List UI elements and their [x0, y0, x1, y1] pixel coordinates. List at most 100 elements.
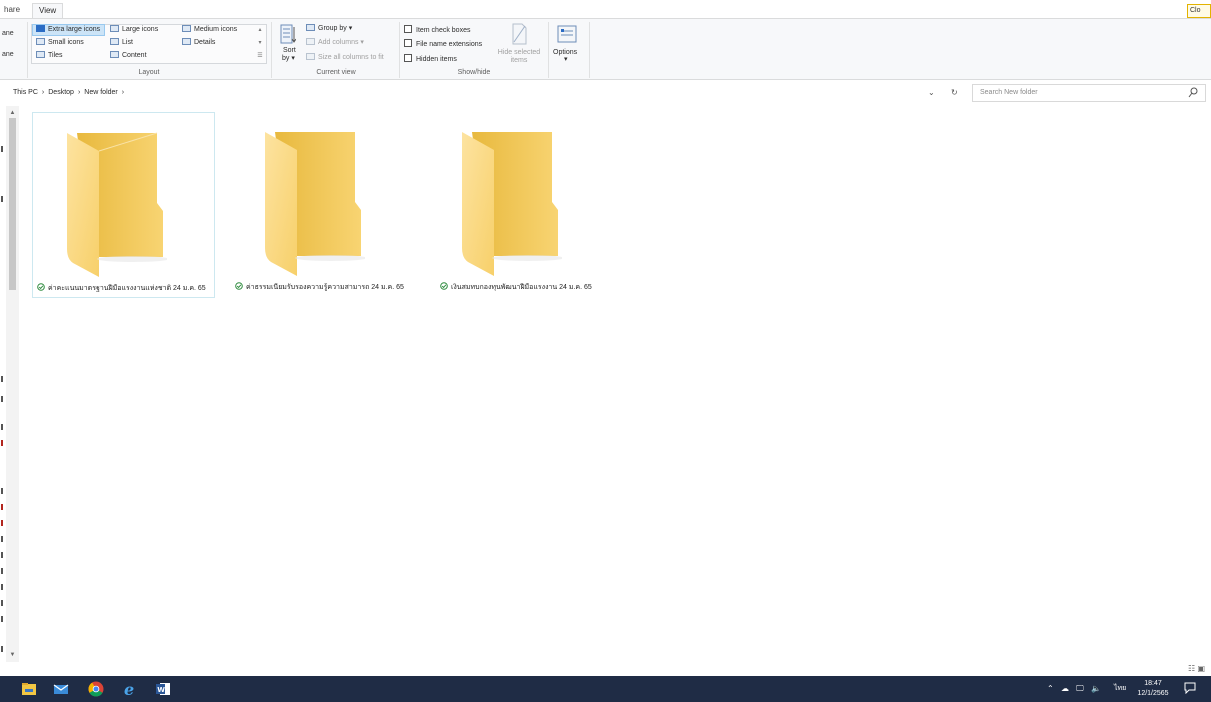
- address-controls: ⌄ ↻: [928, 86, 958, 100]
- sync-status-icon: [440, 282, 448, 290]
- layout-details[interactable]: Details: [182, 38, 215, 48]
- ribbon-divider: [548, 22, 549, 78]
- hidden-items-option[interactable]: Hidden items: [404, 54, 457, 65]
- mail-icon[interactable]: [52, 680, 70, 698]
- ribbon-divider: [399, 22, 400, 78]
- options-icon[interactable]: [557, 25, 577, 45]
- breadcrumb[interactable]: This PC › Desktop › New folder ›: [0, 86, 945, 100]
- medium-icons-icon: [182, 25, 191, 32]
- sync-status-icon: [37, 283, 45, 291]
- file-explorer-icon[interactable]: [20, 680, 38, 698]
- list-icon: [110, 38, 119, 45]
- input-language-indicator[interactable]: ไทย: [1114, 676, 1126, 702]
- layout-extra-large-icons[interactable]: Extra large icons: [36, 25, 100, 35]
- crumb-separator-icon[interactable]: ›: [78, 89, 80, 96]
- crumb-new-folder[interactable]: New folder: [84, 89, 117, 96]
- ribbon-divider: [589, 22, 590, 78]
- scroll-up-icon[interactable]: ▲: [6, 108, 19, 118]
- search-input[interactable]: Search New folder: [972, 84, 1206, 102]
- layout-tiles[interactable]: Tiles: [36, 51, 63, 61]
- sync-status-icon: [235, 282, 243, 290]
- network-icon[interactable]: 🖵: [1076, 676, 1084, 702]
- large-icons-icon: [110, 25, 119, 32]
- add-columns-button[interactable]: Add columns ▾: [306, 38, 364, 48]
- folder-item[interactable]: เงินสมทบกองทุนพัฒนาฝีมือแรงงาน 24 ม.ค. 6…: [432, 112, 622, 298]
- folder-icon: [458, 130, 564, 282]
- sort-by-label-2[interactable]: by ▾: [282, 54, 295, 64]
- crumb-desktop[interactable]: Desktop: [48, 89, 74, 96]
- crumb-separator-icon[interactable]: ›: [42, 89, 44, 96]
- folder-item[interactable]: ค่าคะแนนมาตรฐานฝีมือแรงงานแห่งชาติ 24 ม.…: [32, 112, 215, 298]
- show-hide-caption: Show/hide: [457, 69, 491, 76]
- large-icons-view-icon[interactable]: ▣: [1197, 664, 1205, 673]
- details-icon: [182, 38, 191, 45]
- action-center-icon[interactable]: [1184, 682, 1196, 695]
- layout-large-icons[interactable]: Large icons: [110, 25, 158, 35]
- hide-selected-icon[interactable]: [511, 23, 527, 47]
- gallery-up-arrow-icon[interactable]: ▴: [255, 24, 265, 36]
- current-view-caption: Current view: [316, 69, 356, 76]
- file-name-extensions-option[interactable]: File name extensions: [404, 39, 482, 50]
- item-check-boxes-checkbox[interactable]: [404, 25, 412, 33]
- extra-large-icons-icon: [36, 25, 45, 32]
- add-columns-dropdown-icon: ▾: [360, 39, 364, 46]
- search-icon[interactable]: [1188, 87, 1199, 99]
- group-by-dropdown-icon: ▾: [348, 25, 353, 32]
- small-icons-icon: [36, 38, 45, 45]
- sort-dropdown-icon: ▾: [291, 55, 295, 62]
- folder-icon: [63, 131, 169, 283]
- group-by-button[interactable]: Group by ▾: [306, 24, 352, 34]
- gallery-more-icon[interactable]: ☰: [255, 50, 265, 62]
- clock-date: 12/1/2565: [1137, 690, 1169, 697]
- file-name-extensions-checkbox[interactable]: [404, 39, 412, 47]
- tab-view[interactable]: View: [32, 3, 64, 18]
- add-columns-icon: [306, 38, 315, 45]
- hidden-items-checkbox[interactable]: [404, 54, 412, 62]
- layout-caption: Layout: [138, 69, 160, 76]
- layout-content[interactable]: Content: [110, 51, 147, 61]
- size-all-columns-button[interactable]: Size all columns to fit: [306, 53, 384, 63]
- volume-icon[interactable]: 🔈: [1091, 676, 1101, 702]
- word-icon[interactable]: W: [154, 680, 172, 698]
- item-check-boxes-option[interactable]: Item check boxes: [404, 25, 470, 36]
- onedrive-icon[interactable]: ☁: [1061, 676, 1069, 702]
- pane-item-1[interactable]: ane: [2, 30, 14, 37]
- pane-item-2[interactable]: ane: [2, 51, 14, 58]
- search-placeholder: Search New folder: [980, 89, 1038, 96]
- gallery-down-arrow-icon[interactable]: ▾: [255, 37, 265, 49]
- svg-text:e: e: [124, 680, 134, 698]
- ribbon-divider: [271, 22, 272, 78]
- layout-medium-icons[interactable]: Medium icons: [182, 25, 237, 35]
- chrome-icon[interactable]: [87, 680, 105, 698]
- clock[interactable]: 18:47 12/1/2565: [1136, 679, 1170, 699]
- layout-small-icons[interactable]: Small icons: [36, 38, 84, 48]
- crumb-this-pc[interactable]: This PC: [13, 89, 38, 96]
- folder-label[interactable]: ค่าคะแนนมาตรฐานฝีมือแรงงานแห่งชาติ 24 ม.…: [37, 283, 206, 294]
- layout-list[interactable]: List: [110, 38, 133, 48]
- group-by-icon: [306, 24, 315, 31]
- folder-label[interactable]: ค่าธรรมเนียมรับรองความรู้ความสามารถ 24 ม…: [235, 282, 404, 293]
- internet-explorer-icon[interactable]: e: [121, 680, 139, 699]
- folder-item[interactable]: ค่าธรรมเนียมรับรองความรู้ความสามารถ 24 ม…: [231, 112, 414, 298]
- view-toggle: ☷ ▣: [1188, 664, 1205, 673]
- refresh-icon[interactable]: ↻: [951, 88, 958, 97]
- taskbar: e W ⌃ ☁ 🖵 🔈 ไทย 18:47 12/1/2565: [0, 676, 1211, 702]
- scrollbar-thumb[interactable]: [9, 118, 16, 290]
- sort-by-icon[interactable]: [280, 24, 297, 46]
- crumb-separator-icon[interactable]: ›: [122, 89, 124, 96]
- show-hidden-icons-icon[interactable]: ⌃: [1047, 676, 1054, 702]
- folder-label[interactable]: เงินสมทบกองทุนพัฒนาฝีมือแรงงาน 24 ม.ค. 6…: [440, 282, 592, 293]
- svg-text:W: W: [157, 686, 165, 694]
- tiles-icon: [36, 51, 45, 58]
- history-dropdown-icon[interactable]: ⌄: [928, 88, 935, 97]
- content-icon: [110, 51, 119, 58]
- scroll-down-icon[interactable]: ▼: [6, 650, 19, 660]
- options-dropdown-icon[interactable]: ▾: [564, 55, 568, 65]
- tab-share[interactable]: hare: [0, 3, 26, 18]
- folder-icon: [261, 130, 367, 282]
- close-button[interactable]: Clo: [1187, 4, 1211, 18]
- hide-selected-label-2[interactable]: items: [495, 56, 543, 66]
- clock-time: 18:47: [1144, 680, 1162, 687]
- details-view-icon[interactable]: ☷: [1188, 664, 1195, 673]
- vertical-scrollbar[interactable]: ▲ ▼: [6, 106, 19, 662]
